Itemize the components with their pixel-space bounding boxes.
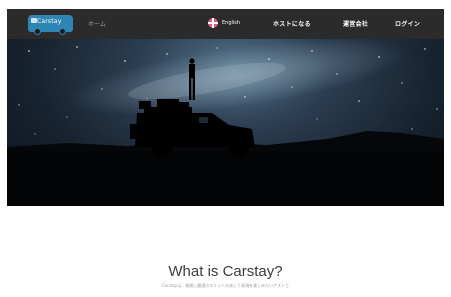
ground <box>7 151 444 206</box>
jeep-window <box>199 117 208 123</box>
section-title: What is Carstay? <box>168 263 283 280</box>
logo-wheel-icon <box>59 28 66 35</box>
uk-flag-icon <box>208 18 218 28</box>
nav-company-link[interactable]: 運営会社 <box>343 19 368 28</box>
language-switcher[interactable]: English <box>208 18 240 28</box>
hero-night-scene <box>7 39 444 206</box>
hero-image <box>7 39 444 206</box>
logo-text: Carstay <box>37 18 62 25</box>
carstay-logo[interactable]: Carstay <box>28 15 73 35</box>
section-subtitle: Carstayは、物理に最適のスミットのあして表現を楽しみたいゲストと <box>161 283 290 288</box>
top-navbar: Carstay ホーム English ホストになる 運営会社 ログイン <box>7 9 444 39</box>
nav-login-link[interactable]: ログイン <box>395 19 420 28</box>
nav-become-host-link[interactable]: ホストになる <box>273 19 311 28</box>
logo-wheel-icon <box>34 28 41 35</box>
language-label: English <box>222 20 241 26</box>
nav-home-link[interactable]: ホーム <box>88 19 106 28</box>
